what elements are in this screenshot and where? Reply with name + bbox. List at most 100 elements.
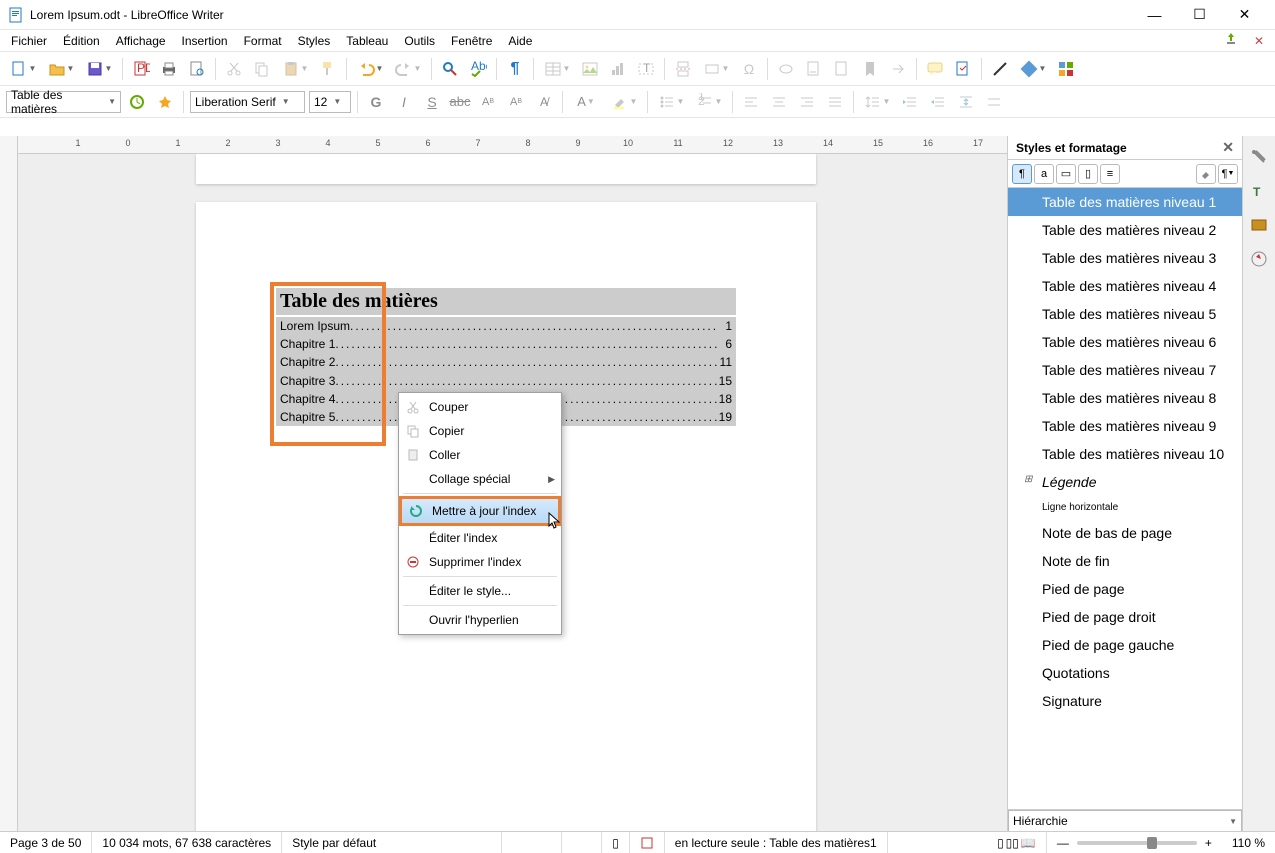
style-item[interactable]: Table des matières niveau 10 [1008, 440, 1242, 468]
print-preview-button[interactable] [185, 57, 209, 81]
style-item[interactable]: Ligne horizontale [1008, 496, 1242, 519]
align-right-button[interactable] [795, 90, 819, 114]
draw-functions-button[interactable] [1054, 57, 1078, 81]
para-spacing-dec-button[interactable] [982, 90, 1006, 114]
status-language[interactable] [502, 832, 562, 853]
style-item[interactable]: ⊞Légende [1008, 468, 1242, 496]
spellcheck-button[interactable]: Abc [466, 57, 490, 81]
style-item[interactable]: Table des matières niveau 5 [1008, 300, 1242, 328]
menu-styles[interactable]: Styles [291, 32, 338, 50]
textbox-button[interactable]: T [634, 57, 658, 81]
style-item[interactable]: Table des matières niveau 1 [1008, 188, 1242, 216]
copy-button[interactable] [250, 57, 274, 81]
status-style[interactable]: Style par défaut [282, 832, 502, 853]
font-combo[interactable]: Liberation Serif▼ [190, 91, 305, 113]
menu-tableau[interactable]: Tableau [339, 32, 395, 50]
gallery-tab-icon[interactable] [1248, 214, 1270, 236]
endnote-button[interactable] [830, 57, 854, 81]
align-justify-button[interactable] [823, 90, 847, 114]
char-styles-button[interactable]: a [1034, 164, 1054, 184]
style-item[interactable]: Note de bas de page [1008, 519, 1242, 547]
style-item[interactable]: Table des matières niveau 7 [1008, 356, 1242, 384]
ctx-paste-special[interactable]: Collage spécial▶ [399, 467, 561, 491]
maximize-button[interactable]: ☐ [1177, 0, 1222, 30]
footnote-button[interactable] [802, 57, 826, 81]
bold-button[interactable]: G [364, 90, 388, 114]
style-filter-combo[interactable]: Hiérarchie▼ [1008, 810, 1242, 832]
cut-button[interactable] [222, 57, 246, 81]
formatting-marks-button[interactable]: ¶ [503, 57, 527, 81]
status-zoom[interactable]: 110 % [1222, 832, 1275, 853]
menu-fenetre[interactable]: Fenêtre [444, 32, 499, 50]
menu-outils[interactable]: Outils [397, 32, 442, 50]
status-insert[interactable] [562, 832, 602, 853]
ctx-update-index[interactable]: Mettre à jour l'index [399, 496, 561, 526]
frame-styles-button[interactable]: ▭ [1056, 164, 1076, 184]
ctx-edit-index[interactable]: Éditer l'index [399, 526, 561, 550]
minimize-button[interactable]: — [1132, 0, 1177, 30]
menu-edition[interactable]: Édition [56, 32, 107, 50]
ctx-copy[interactable]: Copier [399, 419, 561, 443]
menu-aide[interactable]: Aide [501, 32, 539, 50]
line-spacing-button[interactable]: ▼ [860, 90, 894, 114]
clone-fmt-button[interactable] [316, 57, 340, 81]
print-button[interactable] [157, 57, 181, 81]
ctx-cut[interactable]: Couper [399, 395, 561, 419]
style-item[interactable]: Table des matières niveau 4 [1008, 272, 1242, 300]
ctx-open-hyperlink[interactable]: Ouvrir l'hyperlien [399, 608, 561, 632]
open-button[interactable]: ▼ [44, 57, 78, 81]
style-item[interactable]: Note de fin [1008, 547, 1242, 575]
clear-fmt-button[interactable]: A̸ [532, 90, 556, 114]
align-center-button[interactable] [767, 90, 791, 114]
italic-button[interactable]: I [392, 90, 416, 114]
subscript-button[interactable]: AB [504, 90, 528, 114]
export-pdf-button[interactable]: PDF [129, 57, 153, 81]
ctx-edit-style[interactable]: Éditer le style... [399, 579, 561, 603]
close-doc-icon[interactable]: ✕ [1247, 32, 1271, 50]
fontsize-combo[interactable]: 12▼ [309, 91, 351, 113]
ctx-paste[interactable]: Coller [399, 443, 561, 467]
table-button[interactable]: ▼ [540, 57, 574, 81]
page-styles-button[interactable]: ▯ [1078, 164, 1098, 184]
undo-button[interactable]: ▼ [353, 57, 387, 81]
vertical-ruler[interactable] [0, 136, 18, 831]
toc-row[interactable]: Chapitre 3..............................… [276, 372, 736, 390]
style-item[interactable]: Table des matières niveau 8 [1008, 384, 1242, 412]
side-close-button[interactable]: ✕ [1222, 139, 1234, 156]
update-style-button[interactable] [125, 90, 149, 114]
styles-tab-icon[interactable]: T [1248, 180, 1270, 202]
list-styles-button[interactable]: ≡ [1100, 164, 1120, 184]
new-button[interactable]: ▼ [6, 57, 40, 81]
increase-indent-button[interactable] [898, 90, 922, 114]
horizontal-ruler[interactable]: 10123456789101112131415161718 [0, 136, 1007, 154]
line-button[interactable] [988, 57, 1012, 81]
close-button[interactable]: ✕ [1222, 0, 1267, 30]
status-page[interactable]: Page 3 de 50 [0, 832, 92, 853]
toc-row[interactable]: Lorem Ipsum.............................… [276, 317, 736, 335]
status-selection[interactable]: ▯ [602, 832, 630, 853]
superscript-button[interactable]: AB [476, 90, 500, 114]
strike-button[interactable]: abc [448, 90, 472, 114]
track-changes-button[interactable] [951, 57, 975, 81]
highlight-button[interactable]: ▼ [607, 90, 641, 114]
menu-affichage[interactable]: Affichage [109, 32, 173, 50]
field-button[interactable]: ▼ [699, 57, 733, 81]
status-words[interactable]: 10 034 mots, 67 638 caractères [92, 832, 282, 853]
style-item[interactable]: Pied de page gauche [1008, 631, 1242, 659]
style-item[interactable]: Table des matières niveau 3 [1008, 244, 1242, 272]
font-color-button[interactable]: A▼ [569, 90, 603, 114]
paragraph-style-combo[interactable]: Table des matières▼ [6, 91, 121, 113]
style-list[interactable]: Table des matières niveau 1Table des mat… [1008, 188, 1242, 809]
basic-shapes-button[interactable]: ▼ [1016, 57, 1050, 81]
bookmark-button[interactable] [858, 57, 882, 81]
menu-insertion[interactable]: Insertion [175, 32, 235, 50]
special-char-button[interactable]: Ω [737, 57, 761, 81]
bullet-list-button[interactable]: ▼ [654, 90, 688, 114]
style-item[interactable]: Table des matières niveau 2 [1008, 216, 1242, 244]
align-left-button[interactable] [739, 90, 763, 114]
status-view-layout[interactable]: ▯▯▯📖 [987, 832, 1047, 853]
find-replace-button[interactable] [438, 57, 462, 81]
para-spacing-inc-button[interactable] [954, 90, 978, 114]
underline-button[interactable]: S [420, 90, 444, 114]
style-item[interactable]: Quotations [1008, 659, 1242, 687]
